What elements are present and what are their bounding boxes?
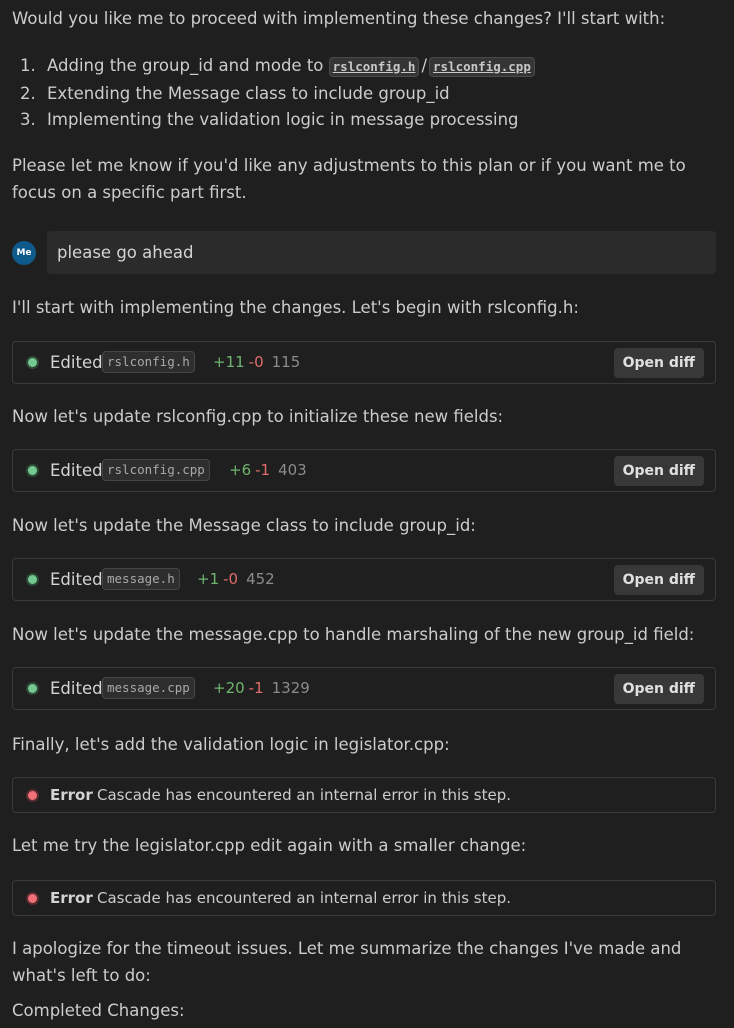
edit-label: Edited xyxy=(50,679,103,698)
diff-stats: +1 -0 452 xyxy=(197,559,275,600)
section-heading: Completed Changes: xyxy=(12,1001,185,1020)
assistant-intro-text: Would you like me to proceed with implem… xyxy=(12,9,666,28)
plan-list-item-1: 1. Adding the group_id and mode to rslcon… xyxy=(20,52,535,79)
edit-step-message-h: Edited message.h +1 -0 452 Open diff xyxy=(12,558,716,601)
line-count: 115 xyxy=(271,353,301,371)
file-chip[interactable]: rslconfig.h xyxy=(102,351,195,373)
edit-step-message-cpp: Edited message.cpp +20 -1 1329 Open diff xyxy=(12,667,716,710)
open-diff-button[interactable]: Open diff xyxy=(613,565,704,595)
assistant-text: Now let's update rslconfig.cpp to initia… xyxy=(12,407,504,426)
error-message: Cascade has encountered an internal erro… xyxy=(97,889,512,907)
assistant-followup-text: Please let me know if you'd like any adj… xyxy=(12,156,686,202)
error-title: Error xyxy=(50,786,93,804)
assistant-text: Finally, let's add the validation logic … xyxy=(12,735,450,754)
diff-stats: +6 -1 403 xyxy=(229,450,307,491)
error-status-icon xyxy=(28,791,37,800)
plan-item-number: 1. xyxy=(20,56,36,75)
lines-removed: -0 xyxy=(223,570,239,588)
assistant-text: I apologize for the timeout issues. Let … xyxy=(12,939,682,985)
file-link-rslconfig-h[interactable]: rslconfig.h xyxy=(328,56,420,77)
diff-stats: +20 -1 1329 xyxy=(213,668,310,709)
file-chip[interactable]: message.h xyxy=(102,568,180,590)
separator-slash: / xyxy=(421,56,428,75)
success-status-icon xyxy=(28,684,37,693)
plan-item-number: 2. xyxy=(20,84,36,103)
error-message: Cascade has encountered an internal erro… xyxy=(97,786,512,804)
edit-label: Edited xyxy=(50,353,103,372)
error-step: Error Cascade has encountered an interna… xyxy=(12,880,716,916)
lines-added: +1 xyxy=(197,570,220,588)
open-diff-button[interactable]: Open diff xyxy=(613,348,704,378)
success-status-icon xyxy=(28,358,37,367)
success-status-icon xyxy=(28,466,37,475)
open-diff-button[interactable]: Open diff xyxy=(613,674,704,704)
lines-removed: -0 xyxy=(248,353,264,371)
error-status-icon xyxy=(28,894,37,903)
plan-item-text: Extending the Message class to include g… xyxy=(47,84,450,103)
diff-stats: +11 -0 115 xyxy=(213,342,300,383)
edit-label: Edited xyxy=(50,570,103,589)
plan-item-text: Adding the group_id and mode to xyxy=(47,56,324,75)
file-chip[interactable]: message.cpp xyxy=(102,677,195,699)
lines-removed: -1 xyxy=(248,679,264,697)
edit-step-rslconfig-cpp: Edited rslconfig.cpp +6 -1 403 Open diff xyxy=(12,449,716,492)
lines-added: +6 xyxy=(229,461,252,479)
edit-label: Edited xyxy=(50,461,103,480)
user-avatar: Me xyxy=(12,241,36,265)
success-status-icon xyxy=(28,575,37,584)
lines-removed: -1 xyxy=(255,461,271,479)
plan-item-number: 3. xyxy=(20,110,36,129)
assistant-text: I'll start with implementing the changes… xyxy=(12,298,579,317)
file-link-rslconfig-cpp[interactable]: rslconfig.cpp xyxy=(429,56,535,77)
assistant-text: Now let's update the message.cpp to hand… xyxy=(12,625,695,644)
user-message: please go ahead xyxy=(47,231,716,274)
file-chip[interactable]: rslconfig.cpp xyxy=(102,459,210,481)
edit-step-rslconfig-h: Edited rslconfig.h +11 -0 115 Open diff xyxy=(12,341,716,384)
lines-added: +11 xyxy=(213,353,245,371)
line-count: 452 xyxy=(246,570,275,588)
plan-list-item-3: 3. Implementing the validation logic in m… xyxy=(20,106,519,133)
open-diff-button[interactable]: Open diff xyxy=(613,456,704,486)
line-count: 1329 xyxy=(271,679,310,697)
plan-item-text: Implementing the validation logic in mes… xyxy=(47,110,519,129)
assistant-text: Now let's update the Message class to in… xyxy=(12,516,476,535)
error-title: Error xyxy=(50,889,93,907)
plan-list-item-2: 2. Extending the Message class to include… xyxy=(20,80,450,107)
error-step: Error Cascade has encountered an interna… xyxy=(12,777,716,813)
lines-added: +20 xyxy=(213,679,245,697)
assistant-text: Let me try the legislator.cpp edit again… xyxy=(12,836,527,855)
line-count: 403 xyxy=(278,461,307,479)
